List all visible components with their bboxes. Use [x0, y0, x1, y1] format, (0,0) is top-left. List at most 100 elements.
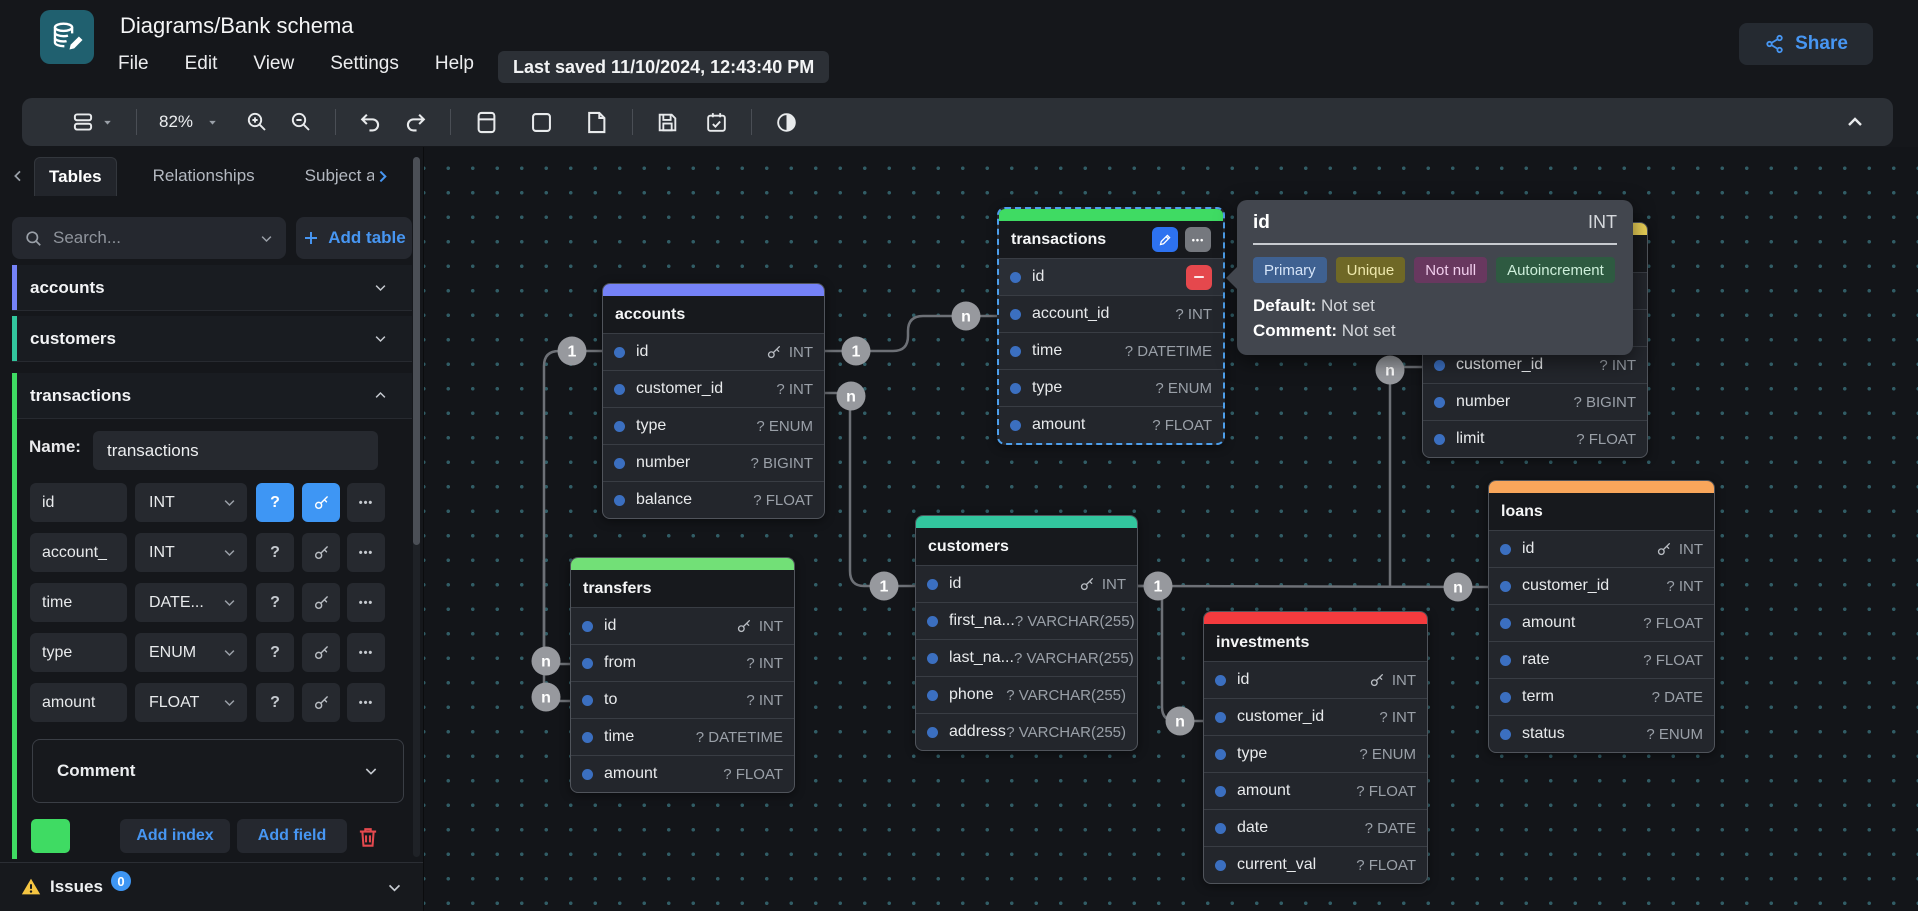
chevron-up-icon[interactable] [373, 388, 388, 403]
primary-key-toggle[interactable] [302, 633, 340, 672]
table-field-type[interactable]: type? ENUM [603, 407, 824, 444]
table-field-customer_id[interactable]: customer_id? INT [1489, 567, 1714, 604]
field-name-input[interactable]: type [30, 633, 127, 672]
table-field-first_na[interactable]: first_na...? VARCHAR(255) [916, 602, 1137, 639]
table-field-id[interactable]: idINT [916, 565, 1137, 602]
diagram-table-investments[interactable]: investmentsidINTcustomer_id? INTtype? EN… [1203, 611, 1428, 884]
field-name-input[interactable]: account_ [30, 533, 127, 572]
field-type-select[interactable]: FLOAT [135, 683, 247, 722]
add-table-button[interactable] [473, 109, 500, 136]
table-field-from[interactable]: from? INT [571, 644, 794, 681]
zoom-caret-icon[interactable] [206, 116, 219, 129]
table-name-input[interactable] [93, 431, 378, 470]
primary-key-toggle[interactable] [302, 533, 340, 572]
redo-button[interactable] [403, 110, 428, 135]
field-more-button[interactable]: ••• [347, 583, 385, 622]
table-field-number[interactable]: number? BIGINT [603, 444, 824, 481]
table-field-current_val[interactable]: current_val? FLOAT [1204, 846, 1427, 883]
table-field-amount[interactable]: amount? FLOAT [999, 406, 1223, 443]
diagram-table-transactions[interactable]: transactions•••idaccount_id? INTtime? DA… [997, 207, 1225, 445]
primary-key-toggle[interactable] [302, 683, 340, 722]
edit-table-button[interactable] [1152, 227, 1178, 252]
layout-caret-icon[interactable] [101, 116, 114, 129]
field-more-button[interactable]: ••• [347, 683, 385, 722]
zoom-in-button[interactable] [245, 110, 269, 134]
add-table-panel-button[interactable]: Add table [296, 217, 412, 259]
diagram-table-customers[interactable]: customersidINTfirst_na...? VARCHAR(255)l… [915, 515, 1138, 751]
table-field-status[interactable]: status? ENUM [1489, 715, 1714, 752]
table-field-id[interactable]: idINT [603, 333, 824, 370]
menu-file[interactable]: File [118, 53, 149, 75]
tabs-scroll-left-icon[interactable] [10, 168, 26, 184]
save-button[interactable] [655, 110, 680, 135]
diagram-table-accounts[interactable]: accountsidINTcustomer_id? INTtype? ENUMn… [602, 283, 825, 519]
nullable-toggle[interactable]: ? [256, 533, 294, 572]
table-field-id[interactable]: idINT [1204, 661, 1427, 698]
table-field-type[interactable]: type? ENUM [1204, 735, 1427, 772]
nullable-toggle[interactable]: ? [256, 583, 294, 622]
tab-tables[interactable]: Tables [34, 157, 117, 196]
delete-table-button[interactable] [352, 821, 384, 853]
menu-edit[interactable]: Edit [185, 53, 218, 75]
zoom-out-button[interactable] [289, 110, 313, 134]
table-field-term[interactable]: term? DATE [1489, 678, 1714, 715]
field-type-select[interactable]: INT [135, 483, 247, 522]
drawdb-logo[interactable] [40, 10, 94, 64]
add-field-button[interactable]: Add field [237, 819, 347, 853]
scrollbar-thumb[interactable] [413, 157, 420, 545]
table-field-date[interactable]: date? DATE [1204, 809, 1427, 846]
table-field-id[interactable]: id [999, 258, 1223, 295]
table-color-swatch[interactable] [31, 819, 70, 853]
menu-view[interactable]: View [253, 53, 294, 75]
chevron-down-icon[interactable] [386, 879, 403, 896]
table-field-amount[interactable]: amount? FLOAT [571, 755, 794, 792]
tabs-scroll-right-icon[interactable] [374, 168, 391, 185]
field-more-button[interactable]: ••• [347, 533, 385, 572]
sidebar-item-customers[interactable]: customers [12, 316, 412, 362]
table-search[interactable]: Search... [12, 217, 286, 259]
field-more-button[interactable]: ••• [347, 483, 385, 522]
menu-help[interactable]: Help [435, 53, 474, 75]
chevron-down-icon[interactable] [373, 280, 388, 295]
table-field-number[interactable]: number? BIGINT [1423, 383, 1647, 420]
add-index-button[interactable]: Add index [120, 819, 230, 853]
table-field-phone[interactable]: phone? VARCHAR(255) [916, 676, 1137, 713]
sidebar-item-transactions[interactable]: transactions [12, 373, 412, 419]
add-note-button[interactable] [583, 109, 610, 136]
table-field-type[interactable]: type? ENUM [999, 369, 1223, 406]
table-field-amount[interactable]: amount? FLOAT [1489, 604, 1714, 641]
table-field-amount[interactable]: amount? FLOAT [1204, 772, 1427, 809]
comment-accordion[interactable]: Comment [32, 739, 404, 803]
table-field-time[interactable]: time? DATETIME [999, 332, 1223, 369]
table-field-to[interactable]: to? INT [571, 681, 794, 718]
tab-subject-ar[interactable]: Subject ar [291, 157, 374, 195]
diagram-table-transfers[interactable]: transfersidINTfrom? INTto? INTtime? DATE… [570, 557, 795, 793]
table-field-balance[interactable]: balance? FLOAT [603, 481, 824, 518]
nullable-toggle[interactable]: ? [256, 683, 294, 722]
menu-settings[interactable]: Settings [330, 53, 399, 75]
issues-bar[interactable]: Issues 0 [0, 862, 423, 911]
table-field-customer_id[interactable]: customer_id? INT [1204, 698, 1427, 735]
field-name-input[interactable]: amount [30, 683, 127, 722]
primary-key-toggle[interactable] [302, 583, 340, 622]
nullable-toggle[interactable]: ? [256, 633, 294, 672]
diagram-table-loans[interactable]: loansidINTcustomer_id? INTamount? FLOATr… [1488, 480, 1715, 753]
chevron-down-icon[interactable] [373, 331, 388, 346]
table-field-customer_id[interactable]: customer_id? INT [603, 370, 824, 407]
table-more-button[interactable]: ••• [1185, 227, 1211, 252]
table-field-address[interactable]: address? VARCHAR(255) [916, 713, 1137, 750]
field-name-input[interactable]: time [30, 583, 127, 622]
table-field-account_id[interactable]: account_id? INT [999, 295, 1223, 332]
tab-relationships[interactable]: Relationships [139, 157, 269, 195]
theme-contrast-button[interactable] [774, 110, 799, 135]
remove-field-button[interactable] [1186, 265, 1212, 290]
primary-key-toggle[interactable] [302, 483, 340, 522]
field-type-select[interactable]: ENUM [135, 633, 247, 672]
undo-button[interactable] [358, 110, 383, 135]
sidebar-item-accounts[interactable]: accounts [12, 265, 412, 311]
table-field-id[interactable]: idINT [1489, 530, 1714, 567]
field-more-button[interactable]: ••• [347, 633, 385, 672]
layout-button[interactable] [70, 109, 96, 135]
share-button[interactable]: Share [1739, 23, 1873, 65]
field-name-input[interactable]: id [30, 483, 127, 522]
